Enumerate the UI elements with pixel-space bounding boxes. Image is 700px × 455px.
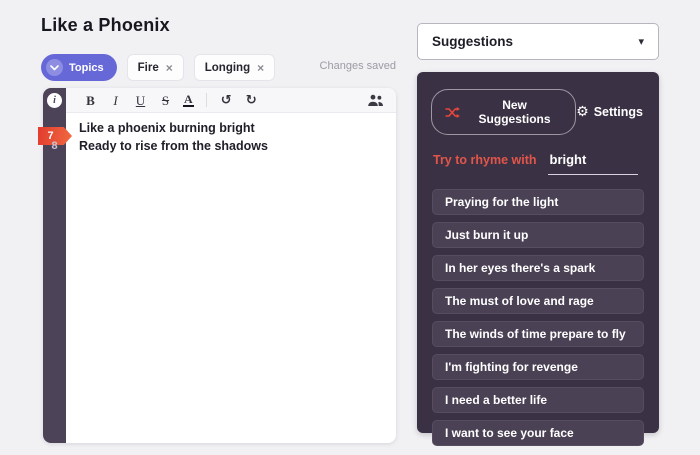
rhyme-row: Try to rhyme with bright [417,135,659,175]
undo-button[interactable]: ↺ [214,94,239,107]
redo-button[interactable]: ↻ [239,94,264,107]
bold-button[interactable]: B [78,94,103,107]
suggestions-dropdown[interactable]: Suggestions ▾ [417,23,659,60]
suggestion-item[interactable]: The winds of time prepare to fly [432,321,644,347]
caret-down-icon: ▾ [638,35,644,48]
suggestion-list: Praying for the light Just burn it up In… [417,175,659,446]
settings-button[interactable]: ⚙ Settings [576,105,643,119]
rhyme-label: Try to rhyme with [433,153,537,167]
lyric-text[interactable]: Like a phoenix burning bright [66,121,255,135]
underline-button[interactable]: U [128,94,153,107]
rhyme-word-input[interactable]: bright [547,152,638,175]
suggestion-text: In her eyes there's a spark [445,261,596,275]
new-suggestions-label: New Suggestions [478,98,551,126]
new-suggestions-button[interactable]: New Suggestions [431,89,577,135]
line-number: 8 [51,140,58,152]
suggestion-item[interactable]: I'm fighting for revenge [432,354,644,380]
changes-saved-status: Changes saved [319,60,396,72]
toolbar-divider [205,93,207,107]
lyrics-editor[interactable]: i B I U S A ↺ ↻ 7 Like a phoenix burning… [38,88,396,443]
suggestion-text: I want to see your face [445,426,574,440]
shuffle-icon [445,106,460,118]
editor-toolbar: B I U S A ↺ ↻ [66,88,396,113]
suggestion-text: I need a better life [445,393,548,407]
settings-label: Settings [593,105,643,119]
suggestions-dropdown-label: Suggestions [432,34,514,49]
suggestion-text: Just burn it up [445,228,529,242]
gear-icon: ⚙ [576,104,589,120]
suggestion-item[interactable]: I want to see your face [432,420,644,446]
collaborators-icon[interactable] [367,94,384,107]
strikethrough-button[interactable]: S [153,94,178,107]
suggestion-item[interactable]: In her eyes there's a spark [432,255,644,281]
suggestion-item[interactable]: I need a better life [432,387,644,413]
app-window: Like a Phoenix Topics Fire × Longing × C… [0,0,700,455]
suggestion-text: The winds of time prepare to fly [445,327,626,341]
suggestion-text: The must of love and rage [445,294,594,308]
italic-button[interactable]: I [103,94,128,107]
suggestion-item[interactable]: Praying for the light [432,189,644,215]
lyric-text[interactable]: Ready to rise from the shadows [66,139,268,153]
suggestions-panel-header: New Suggestions ⚙ Settings [417,72,659,135]
suggestion-text: Praying for the light [445,195,559,209]
lyric-line[interactable]: 8 Ready to rise from the shadows [43,137,396,155]
info-icon[interactable]: i [47,93,62,108]
suggestion-item[interactable]: Just burn it up [432,222,644,248]
suggestions-panel: New Suggestions ⚙ Settings Try to rhyme … [417,72,659,446]
editor-content[interactable]: 7 Like a phoenix burning bright 8 Ready … [38,119,396,155]
suggestion-item[interactable]: The must of love and rage [432,288,644,314]
suggestion-text: I'm fighting for revenge [445,360,578,374]
lyric-line[interactable]: 7 Like a phoenix burning bright [38,119,396,145]
text-color-button[interactable]: A [183,93,194,107]
song-title: Like a Phoenix [41,15,170,35]
